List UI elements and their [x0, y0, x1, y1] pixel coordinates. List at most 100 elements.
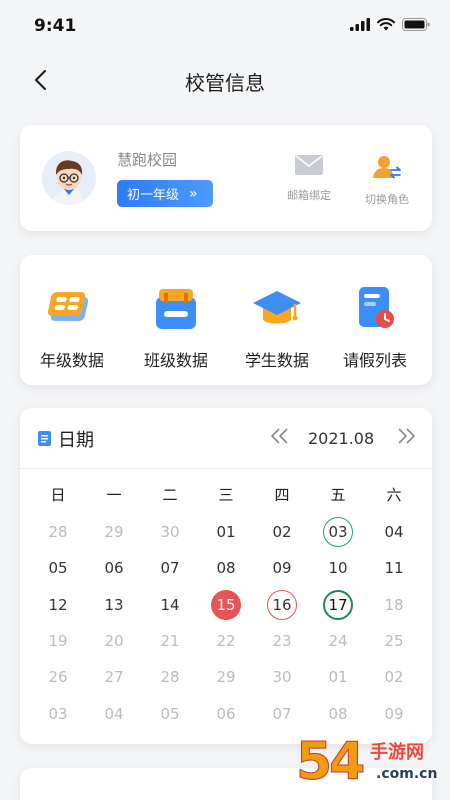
avatar-image	[42, 151, 96, 205]
day-grid: 28 29 30 01 02 03 04 05 06 07 08 09 10 11 12 13 14 15 16 17…	[30, 514, 422, 732]
calendar-day[interactable]: 07	[254, 699, 310, 729]
calendar-day[interactable]: 12	[30, 590, 86, 620]
watermark-domain: .com.cn	[376, 766, 438, 782]
calendar-day-label: 20	[104, 632, 124, 651]
calendar-day[interactable]: 15	[198, 589, 254, 620]
grade-data-label: 年级数据	[39, 351, 104, 370]
calendar-day-label: 14	[160, 595, 180, 614]
calendar-day-label: 27	[104, 668, 124, 687]
calendar-day[interactable]: 29	[86, 517, 142, 547]
calendar-day[interactable]: 06	[198, 699, 254, 729]
status-time: 9:41	[34, 16, 77, 36]
student-data-button[interactable]: 学生数据	[227, 283, 327, 371]
calendar-day[interactable]: 05	[30, 553, 86, 583]
grade-selector-button[interactable]: 初一年级 »	[117, 180, 213, 207]
calendar-day[interactable]: 18	[366, 590, 422, 620]
leave-list-icon	[349, 283, 401, 335]
bind-email-button[interactable]: 邮箱绑定	[274, 155, 344, 203]
calendar-day[interactable]: 29	[198, 662, 254, 692]
calendar-day-label: 28	[48, 523, 68, 542]
calendar-day[interactable]: 16	[254, 589, 310, 620]
calendar-day[interactable]: 11	[366, 553, 422, 583]
calendar-day[interactable]: 10	[310, 553, 366, 583]
avatar[interactable]	[42, 151, 96, 205]
calendar-divider	[20, 468, 432, 469]
calendar-day[interactable]: 30	[142, 517, 198, 547]
prev-month-button[interactable]	[266, 424, 294, 452]
calendar-week-row: 19 20 21 22 23 24 25	[30, 623, 422, 659]
calendar-day[interactable]: 02	[366, 662, 422, 692]
calendar-day[interactable]: 13	[86, 590, 142, 620]
battery-icon	[402, 18, 430, 31]
profile-card: 慧跑校园 初一年级 » 邮箱绑定 切换角色	[20, 125, 432, 231]
calendar-day[interactable]: 07	[142, 553, 198, 583]
weekday-sat: 六	[386, 486, 402, 504]
switch-role-icon	[373, 156, 401, 179]
double-chevron-right-icon	[398, 428, 416, 444]
calendar-day[interactable]: 03	[310, 517, 366, 548]
calendar-day-label: 26	[48, 668, 68, 687]
calendar-day[interactable]: 21	[142, 626, 198, 656]
calendar-day-label: 03	[323, 517, 353, 548]
weekday-tue: 二	[162, 486, 178, 504]
calendar-day[interactable]: 04	[86, 699, 142, 729]
calendar-day-label: 24	[328, 632, 348, 651]
calendar-day[interactable]: 23	[254, 626, 310, 656]
function-card: 年级数据 班级数据 学生数据 请假列表	[20, 255, 432, 385]
calendar-week-row: 28 29 30 01 02 03 04	[30, 514, 422, 550]
grade-data-button[interactable]: 年级数据	[22, 283, 122, 371]
calendar-day[interactable]: 25	[366, 626, 422, 656]
calendar-day[interactable]: 30	[254, 662, 310, 692]
calendar-day-label: 11	[384, 559, 404, 578]
calendar-day-label: 30	[160, 523, 180, 542]
calendar-day-label: 12	[48, 595, 68, 614]
calendar-day[interactable]: 08	[310, 699, 366, 729]
calendar-day[interactable]: 08	[198, 553, 254, 583]
calendar-day[interactable]: 06	[86, 553, 142, 583]
calendar-day-label: 15	[211, 589, 241, 620]
weekday-header: 日 一 二 三 四 五 六	[30, 484, 422, 505]
calendar-day[interactable]: 27	[86, 662, 142, 692]
calendar-day-label: 23	[272, 632, 292, 651]
calendar-day[interactable]: 17	[310, 589, 366, 620]
grade-label: 初一年级	[127, 188, 180, 203]
calendar-day[interactable]: 02	[254, 517, 310, 547]
calendar-day-label: 04	[384, 523, 404, 542]
leave-list-button[interactable]: 请假列表	[325, 283, 425, 371]
class-data-label: 班级数据	[143, 351, 208, 370]
watermark-text: 手游网	[370, 742, 424, 763]
site-watermark: 54 手游网 .com.cn	[295, 732, 446, 796]
calendar-day[interactable]: 28	[30, 517, 86, 547]
calendar-day-label: 03	[48, 704, 68, 723]
class-data-button[interactable]: 班级数据	[126, 283, 226, 371]
calendar-day-label: 01	[216, 523, 236, 542]
calendar-day-label: 29	[104, 523, 124, 542]
calendar-day[interactable]: 28	[142, 662, 198, 692]
calendar-day[interactable]: 22	[198, 626, 254, 656]
calendar-day-label: 30	[272, 668, 292, 687]
weekday-mon: 一	[106, 486, 122, 504]
calendar-day[interactable]: 03	[30, 699, 86, 729]
calendar-day[interactable]: 04	[366, 517, 422, 547]
status-bar: 9:41	[0, 0, 450, 50]
next-month-button[interactable]	[392, 424, 420, 452]
calendar-day[interactable]: 24	[310, 626, 366, 656]
calendar-day-label: 07	[160, 559, 180, 578]
calendar-week-row: 26 27 28 29 30 01 02	[30, 659, 422, 695]
calendar-day[interactable]: 01	[198, 517, 254, 547]
calendar-day[interactable]: 01	[310, 662, 366, 692]
calendar-day[interactable]: 14	[142, 590, 198, 620]
calendar-day[interactable]: 09	[254, 553, 310, 583]
calendar-day[interactable]: 26	[30, 662, 86, 692]
status-icons	[350, 18, 430, 31]
calendar-day[interactable]: 05	[142, 699, 198, 729]
switch-role-button[interactable]: 切换角色	[352, 155, 422, 207]
calendar-day-label: 17	[323, 589, 353, 620]
bind-email-label: 邮箱绑定	[287, 189, 331, 202]
calendar-day[interactable]: 19	[30, 626, 86, 656]
calendar-day-label: 05	[160, 704, 180, 723]
calendar-week-row: 05 06 07 08 09 10 11	[30, 550, 422, 586]
weekday-wed: 三	[218, 486, 234, 504]
calendar-day[interactable]: 20	[86, 626, 142, 656]
calendar-day[interactable]: 09	[366, 699, 422, 729]
